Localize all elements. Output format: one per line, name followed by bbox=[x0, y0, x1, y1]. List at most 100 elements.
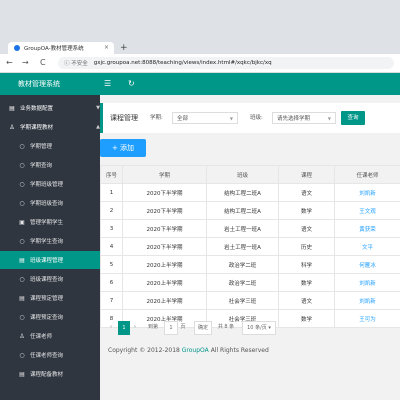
forward-icon[interactable]: → bbox=[22, 57, 29, 69]
table-row: 7 2020上半学期 社会学三班 语文 刘凯新 bbox=[100, 291, 400, 310]
class-select[interactable]: 请先选择学期 ▼ bbox=[272, 112, 336, 124]
sidebar-item-label: 任课老师 bbox=[30, 334, 53, 340]
url-text: gxjc.groupoa.net:8088/teaching/views/ind… bbox=[93, 60, 272, 66]
semester-select[interactable]: 全部 ▼ bbox=[172, 112, 238, 124]
table-cell: 7 bbox=[100, 291, 123, 310]
filter-accent-bar bbox=[100, 103, 103, 133]
teacher-link[interactable]: 黄获荣 bbox=[334, 219, 400, 238]
sidebar-item-icon: ▤ bbox=[19, 256, 25, 264]
goto-page-input[interactable]: 1 bbox=[164, 321, 178, 335]
new-tab-button[interactable]: + bbox=[120, 42, 128, 54]
url-input[interactable]: ⓘ 不安全 gxjc.groupoa.net:8088/teaching/vie… bbox=[58, 57, 394, 69]
table-row: 3 2020下半学期 岩土工程一班A 语文 黄获荣 bbox=[100, 219, 400, 238]
sidebar-item-icon: ○ bbox=[19, 275, 25, 283]
table-cell: 2020上半学期 bbox=[122, 273, 207, 292]
semester-label: 学期: bbox=[150, 115, 163, 121]
prev-page-button[interactable]: ‹ bbox=[108, 321, 114, 333]
column-header: 学期 bbox=[122, 165, 207, 184]
column-header: 课程 bbox=[278, 165, 335, 184]
sidebar-item-icon: ♙ bbox=[9, 123, 15, 131]
browser-tab-strip: GroupOA-教材管理系统 × + bbox=[0, 0, 400, 54]
chevron-down-icon: ▼ bbox=[229, 116, 233, 121]
page-size-select[interactable]: 10 条/页 ▾ bbox=[242, 321, 276, 335]
security-indicator[interactable]: ⓘ 不安全 bbox=[64, 59, 88, 67]
sidebar-item-icon: ▤ bbox=[19, 370, 25, 378]
teacher-link[interactable]: 王文观 bbox=[334, 201, 400, 220]
table-cell: 语文 bbox=[278, 183, 335, 202]
sidebar-item-label: 学期管理 bbox=[30, 144, 53, 150]
page-title: 课程管理 bbox=[110, 114, 138, 122]
sidebar-item-icon: ○ bbox=[19, 142, 25, 150]
column-header: 任课老师 bbox=[334, 165, 400, 184]
table-row: 5 2020上半学期 政治学二班 科学 何雁冰 bbox=[100, 255, 400, 274]
app-title: 教材管理系统 bbox=[18, 80, 60, 88]
address-bar-row: ← → C ⓘ 不安全 gxjc.groupoa.net:8088/teachi… bbox=[0, 54, 400, 73]
table-cell: 数学 bbox=[278, 273, 335, 292]
reload-icon[interactable]: C bbox=[40, 57, 46, 69]
sidebar-item[interactable]: ♙ 学期课程教材 ▲ bbox=[0, 118, 108, 136]
table-cell: 2020下半学期 bbox=[122, 201, 207, 220]
table-cell: 2020上半学期 bbox=[122, 291, 207, 310]
table-cell: 政治学二班 bbox=[206, 273, 279, 292]
table-cell: 社会学三班 bbox=[206, 291, 279, 310]
pagination: ‹ 1 › 到第 1 页 确定 共 8 条 10 条/页 ▾ bbox=[100, 321, 400, 335]
sidebar-item-label: 班级课程查询 bbox=[30, 277, 64, 283]
sidebar-item-icon: ○ bbox=[19, 180, 25, 188]
add-button[interactable]: + 添加 bbox=[100, 139, 146, 157]
table-row: 1 2020下半学期 结构工程二班A 语文 刘凯新 bbox=[100, 183, 400, 202]
table-cell: 岩土工程一班A bbox=[206, 219, 279, 238]
page-1-button[interactable]: 1 bbox=[118, 321, 130, 335]
sidebar-item-icon: ○ bbox=[19, 351, 25, 359]
table-cell: 历史 bbox=[278, 237, 335, 256]
table-cell: 语文 bbox=[278, 219, 335, 238]
tab-title: GroupOA-教材管理系统 bbox=[24, 46, 84, 52]
next-page-button[interactable]: › bbox=[132, 321, 138, 333]
table-cell: 2020下半学期 bbox=[122, 219, 207, 238]
chevron-down-icon: ▼ bbox=[327, 116, 331, 121]
back-icon[interactable]: ← bbox=[6, 57, 13, 69]
sidebar-item-label: 学期查询 bbox=[30, 163, 53, 169]
sidebar-item-label: 班级课程管理 bbox=[30, 258, 64, 264]
sidebar-item-icon: ○ bbox=[19, 161, 25, 169]
teacher-link[interactable]: 何雁冰 bbox=[334, 255, 400, 274]
close-tab-icon[interactable]: × bbox=[104, 44, 109, 51]
sidebar-item-label: 任课老师查询 bbox=[30, 353, 64, 359]
sidebar-item-label: 学期班级管理 bbox=[30, 182, 64, 188]
table-cell: 2020下半学期 bbox=[122, 183, 207, 202]
sidebar-item-label: 学期班级查询 bbox=[30, 201, 64, 207]
table-cell: 5 bbox=[100, 255, 123, 274]
table-cell: 岩土工程一班A bbox=[206, 237, 279, 256]
query-button[interactable]: 查询 bbox=[341, 111, 365, 125]
sidebar-item-icon: ○ bbox=[19, 237, 25, 245]
sidebar-item-icon: ○ bbox=[19, 199, 25, 207]
teacher-link[interactable]: 文平 bbox=[334, 237, 400, 256]
total-count: 共 8 条 bbox=[217, 324, 235, 330]
table-header-row: 序号 学期 班级 课程 任课老师 bbox=[100, 165, 400, 184]
teacher-link[interactable]: 刘凯新 bbox=[334, 273, 400, 292]
browser-tab[interactable]: GroupOA-教材管理系统 × bbox=[8, 42, 114, 54]
table-cell: 1 bbox=[100, 183, 123, 202]
app-header: 教材管理系统 ☰ ↻ bbox=[0, 73, 400, 95]
class-label: 班级: bbox=[250, 115, 263, 121]
footer-brand-link[interactable]: GroupOA bbox=[182, 347, 209, 354]
column-header: 班级 bbox=[206, 165, 279, 184]
table-cell: 6 bbox=[100, 273, 123, 292]
copyright-text: Copyright © 2012-2018 bbox=[108, 347, 180, 354]
menu-toggle-icon[interactable]: ☰ bbox=[104, 73, 111, 95]
sidebar-item-label: 课程预定管理 bbox=[30, 296, 64, 302]
table-cell: 2020下半学期 bbox=[122, 237, 207, 256]
column-header: 序号 bbox=[100, 165, 123, 184]
favicon-icon bbox=[14, 45, 20, 51]
goto-confirm-button[interactable]: 确定 bbox=[194, 321, 212, 335]
table-cell: 2020上半学期 bbox=[122, 255, 207, 274]
sidebar-item-icon: ▤ bbox=[19, 294, 25, 302]
teacher-link[interactable]: 刘凯新 bbox=[334, 183, 400, 202]
refresh-icon[interactable]: ↻ bbox=[128, 73, 135, 95]
table-row: 6 2020上半学期 政治学二班 数学 刘凯新 bbox=[100, 273, 400, 292]
sidebar-item-label: 业务数据配置 bbox=[20, 106, 54, 112]
sidebar-item[interactable]: ▤ 业务数据配置 ▼ bbox=[0, 99, 108, 117]
table-row: 2 2020下半学期 结构工程二班A 数学 王文观 bbox=[100, 201, 400, 220]
table-cell: 数学 bbox=[278, 201, 335, 220]
teacher-link[interactable]: 刘凯新 bbox=[334, 291, 400, 310]
sidebar: ▤ 业务数据配置 ▼ ♙ 学期课程教材 ▲ ○ 学期管理 ○ 学期查询 ○ 学期班级管理 ○ 学期班级查询… bbox=[0, 95, 118, 400]
